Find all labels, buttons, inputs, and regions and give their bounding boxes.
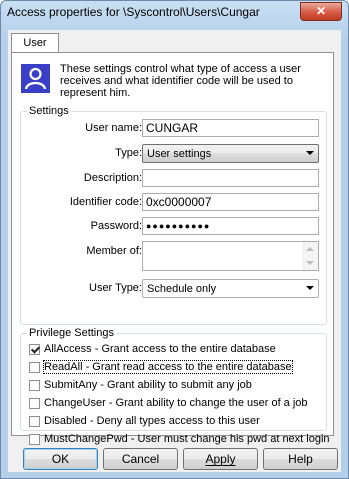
user-tab-panel: These settings control what type of acce…: [11, 52, 334, 445]
checkbox-box[interactable]: [29, 379, 40, 391]
settings-group: Settings User name: CUNGAR Type: User se…: [20, 105, 327, 325]
chevron-down-icon: [306, 151, 314, 155]
checkbox-submitany[interactable]: SubmitAny - Grant ability to submit any …: [29, 379, 252, 394]
checkbox-label: MustChangePwd - User must change his pwd…: [44, 433, 330, 446]
scroll-down-icon[interactable]: [306, 261, 314, 265]
properties-dialog: Access properties for \Syscontrol\Users\…: [0, 0, 349, 479]
help-button[interactable]: Help: [263, 448, 338, 470]
privilege-settings-group: Privilege Settings AllAccess - Grant acc…: [20, 327, 330, 445]
password-label: Password:: [90, 220, 142, 232]
privilege-group-title: Privilege Settings: [27, 327, 116, 339]
checkbox-label: SubmitAny - Grant ability to submit any …: [44, 379, 252, 392]
identifier-code-field[interactable]: 0xc0000007: [142, 193, 319, 211]
checkbox-label: ReadAll - Grant read access to the entir…: [43, 360, 293, 375]
user-name-field[interactable]: CUNGAR: [142, 119, 319, 137]
window-title: Access properties for \Syscontrol\Users\…: [7, 5, 260, 19]
checkbox-allaccess[interactable]: AllAccess - Grant access to the entire d…: [29, 343, 276, 358]
description-field[interactable]: [142, 169, 319, 187]
checkbox-readall[interactable]: ReadAll - Grant read access to the entir…: [29, 360, 293, 376]
checkbox-label: ChangeUser - Grant ability to change the…: [44, 397, 308, 410]
password-field[interactable]: ●●●●●●●●●●: [142, 217, 319, 235]
user-type-label: User Type:: [89, 282, 142, 294]
checkbox-box[interactable]: [29, 397, 40, 409]
scroll-up-icon[interactable]: [306, 247, 314, 251]
tab-user[interactable]: User: [11, 33, 59, 54]
member-of-label: Member of:: [86, 245, 142, 257]
checkbox-changeuser[interactable]: ChangeUser - Grant ability to change the…: [29, 397, 308, 412]
type-select[interactable]: User settings: [142, 144, 319, 163]
user-name-label: User name:: [85, 122, 142, 134]
user-type-select-value: Schedule only: [147, 283, 217, 295]
info-description: These settings control what type of acce…: [60, 63, 301, 99]
type-select-value: User settings: [147, 148, 212, 160]
checkbox-mustchangepwd[interactable]: MustChangePwd - User must change his pwd…: [29, 433, 330, 448]
checkbox-label: AllAccess - Grant access to the entire d…: [44, 343, 276, 356]
member-of-scrollbar[interactable]: [302, 242, 318, 270]
checkbox-disabled[interactable]: Disabled - Deny all types access to this…: [29, 415, 260, 430]
identifier-code-label: Identifier code:: [69, 196, 142, 208]
checkbox-box[interactable]: [29, 343, 40, 355]
close-button[interactable]: ✕: [300, 2, 342, 21]
user-icon: [21, 64, 50, 93]
cancel-button[interactable]: Cancel: [103, 448, 178, 470]
dialog-client-area: User These settings control what type of…: [8, 30, 341, 472]
chevron-down-icon: [306, 286, 314, 290]
checkbox-box[interactable]: [29, 433, 40, 445]
user-type-select[interactable]: Schedule only: [142, 279, 319, 298]
title-bar[interactable]: Access properties for \Syscontrol\Users\…: [1, 1, 348, 27]
description-label: Description:: [83, 172, 142, 184]
ok-button[interactable]: OK: [23, 448, 98, 470]
member-of-list[interactable]: [142, 241, 319, 271]
checkbox-box[interactable]: [29, 361, 40, 373]
checkbox-label: Disabled - Deny all types access to this…: [44, 415, 260, 428]
checkbox-box[interactable]: [29, 415, 40, 427]
type-label: Type:: [115, 147, 142, 159]
apply-button-label: Apply: [205, 452, 236, 466]
apply-button[interactable]: Apply: [183, 448, 258, 470]
settings-group-title: Settings: [27, 105, 71, 117]
